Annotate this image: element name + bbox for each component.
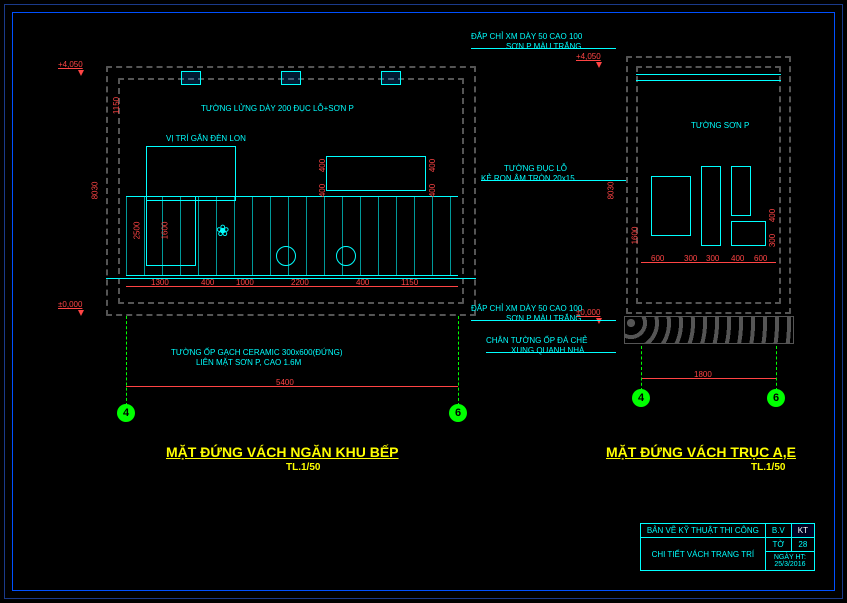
plant-icon: ❀	[216, 221, 229, 241]
annotation: SƠN P MÀU TRẮNG	[506, 42, 581, 51]
annotation: XUNG QUANH NHÀ	[511, 346, 584, 355]
dim: 300	[706, 254, 719, 263]
drawing-right: TƯỜNG SƠN P +4,050 ±0,000 8030 1600 400 …	[596, 36, 806, 436]
annotation: LIÊN MẶT SƠN P, CAO 1.6M	[196, 358, 301, 367]
annotation: CHÂN TƯỜNG ỐP ĐÁ CHẺ	[486, 336, 587, 345]
column	[181, 71, 201, 85]
panel	[146, 196, 196, 266]
tb-kt: KT	[791, 524, 814, 538]
dim: 400	[356, 278, 369, 287]
stone-footing	[624, 316, 794, 344]
opening	[326, 156, 426, 191]
axis-marker: 6	[767, 389, 785, 407]
dim: 400	[731, 254, 744, 263]
opening	[651, 176, 691, 236]
axis-line	[641, 346, 642, 391]
opening	[731, 221, 766, 246]
dim: 1300	[151, 278, 169, 287]
basin-icon	[336, 246, 356, 266]
dim: 400	[768, 209, 777, 222]
elev-top: +4,050	[576, 52, 601, 61]
opening	[731, 166, 751, 216]
annotation: VỊ TRÍ GẮN ĐÈN LON	[166, 134, 246, 143]
dim: 400	[318, 159, 327, 172]
axis-line	[126, 316, 127, 406]
annotation: ĐẮP CHỈ XM DÀY 50 CAO 100	[471, 304, 582, 313]
column	[281, 71, 301, 85]
dim: 1600	[160, 222, 169, 240]
dim: 1150	[401, 278, 418, 287]
dim-total-w: 5400	[276, 378, 294, 387]
dim: 400	[428, 184, 437, 197]
title-block: BẢN VẼ KỸ THUẬT THI CÔNG B.V KT CHI TIẾT…	[640, 523, 815, 571]
axis-line	[776, 346, 777, 391]
drawing-left: ❀ +4,050 ±0,000 TƯỜNG LỬNG DÀY 200 ĐỤC L…	[66, 46, 476, 426]
column	[381, 71, 401, 85]
dim: 1150	[112, 97, 121, 114]
axis-marker: 4	[632, 389, 650, 407]
dim: 2200	[291, 278, 309, 287]
dim-total-w: 1800	[694, 370, 712, 379]
tb-doc-type: BẢN VẼ KỸ THUẬT THI CÔNG	[640, 524, 765, 538]
elev-bot: ±0,000	[58, 300, 82, 309]
annotation: KẺ RON ÂM TRÒN 20x15	[481, 174, 575, 183]
axis-line	[458, 316, 459, 406]
tb-date-label: NGÀY HT:	[774, 554, 806, 561]
dim: 1000	[236, 278, 254, 287]
dim: 8030	[90, 182, 99, 200]
elev-top: +4,050	[58, 60, 83, 69]
dim: 300	[768, 234, 777, 247]
dim: 8030	[606, 182, 615, 200]
tb-bv-label: B.V	[765, 524, 791, 538]
annotation: TƯỜNG SƠN P	[691, 121, 749, 130]
dim: 600	[754, 254, 767, 263]
dim: 300	[684, 254, 697, 263]
tb-date: 25/3/2016	[774, 561, 805, 568]
tb-drawing-name: CHI TIẾT VÁCH TRANG TRÍ	[640, 538, 765, 571]
drawing-title-left: MẶT ĐỨNG VÁCH NGĂN KHU BẾP	[166, 444, 399, 460]
drawing-scale-left: TL.1/50	[286, 462, 320, 473]
axis-marker: 6	[449, 404, 467, 422]
opening	[701, 166, 721, 246]
dim: 400	[201, 278, 214, 287]
dim: 1600	[630, 227, 639, 245]
basin-icon	[276, 246, 296, 266]
annotation: TƯỜNG LỬNG DÀY 200 ĐỤC LỖ+SƠN P	[201, 104, 354, 113]
tb-sheet-no: 28	[791, 538, 814, 552]
tb-sheet-label: TỜ	[765, 538, 791, 552]
dim: 600	[651, 254, 664, 263]
dim: 400	[318, 184, 327, 197]
drawing-title-right: MẶT ĐỨNG VÁCH TRỤC A,E	[606, 444, 796, 460]
opening	[146, 146, 236, 201]
annotation: ĐẮP CHỈ XM DÀY 50 CAO 100	[471, 32, 582, 41]
annotation: SƠN P MÀU TRẮNG	[506, 314, 581, 323]
annotation: TƯỜNG ĐỤC LỖ	[504, 164, 567, 173]
annotation: TƯỜNG ỐP GẠCH CERAMIC 300x600(ĐỨNG)	[171, 348, 343, 357]
dim: 400	[428, 159, 437, 172]
dim: 2500	[132, 222, 141, 240]
axis-marker: 4	[117, 404, 135, 422]
drawing-scale-right: TL.1/50	[751, 462, 785, 473]
